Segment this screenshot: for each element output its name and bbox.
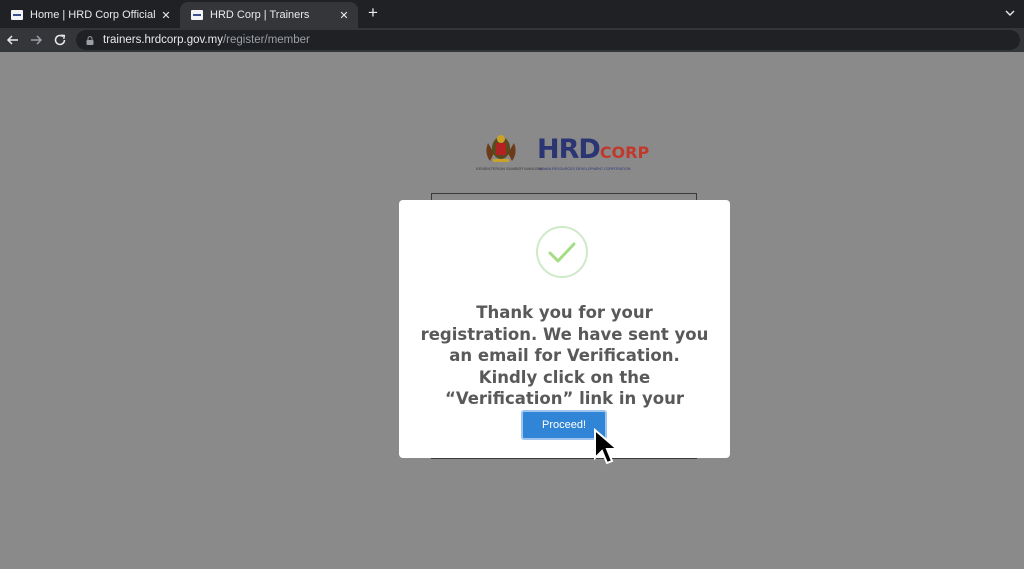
browser-toolbar: trainers.hrdcorp.gov.my/register/member — [0, 28, 1024, 52]
browser-tab-bar: Home | HRD Corp Official Portal ✕ HRD Co… — [0, 0, 1024, 28]
tab-trainers[interactable]: HRD Corp | Trainers ✕ — [180, 2, 358, 28]
tab-title: Home | HRD Corp Official Portal — [30, 9, 158, 21]
hrd-corp-wordmark: HRDCORP — [537, 135, 649, 168]
address-bar[interactable]: trainers.hrdcorp.gov.my/register/member — [76, 30, 1020, 50]
tab-close-icon[interactable]: ✕ — [336, 9, 352, 22]
success-dialog: Thank you for your registration. We have… — [399, 200, 730, 458]
brand-main: HRD — [537, 134, 601, 165]
site-favicon-icon — [191, 10, 203, 20]
tab-close-icon[interactable]: ✕ — [158, 9, 174, 22]
lock-icon — [86, 35, 94, 45]
tab-title: HRD Corp | Trainers — [210, 9, 310, 21]
back-arrow-icon[interactable] — [4, 31, 22, 49]
reload-icon[interactable] — [51, 31, 69, 49]
new-tab-button[interactable]: + — [364, 4, 382, 22]
forward-arrow-icon[interactable] — [27, 31, 45, 49]
crest-caption: KEMENTERIAN SUMBER MANUSIA — [476, 166, 543, 171]
tab-search-chevron-icon[interactable] — [1002, 6, 1018, 20]
url-path: /register/member — [222, 34, 310, 46]
site-favicon-icon — [11, 10, 23, 20]
site-logo: KEMENTERIAN SUMBER MANUSIA HRDCORP HUMAN… — [476, 133, 658, 175]
brand-tagline: HUMAN RESOURCES DEVELOPMENT CORPORATION — [538, 167, 631, 171]
success-check-icon — [536, 226, 588, 278]
brand-sub: CORP — [599, 143, 650, 162]
mouse-cursor-icon — [594, 428, 620, 465]
tab-home[interactable]: Home | HRD Corp Official Portal ✕ — [0, 2, 180, 28]
url-host: trainers.hrdcorp.gov.my — [103, 34, 223, 46]
